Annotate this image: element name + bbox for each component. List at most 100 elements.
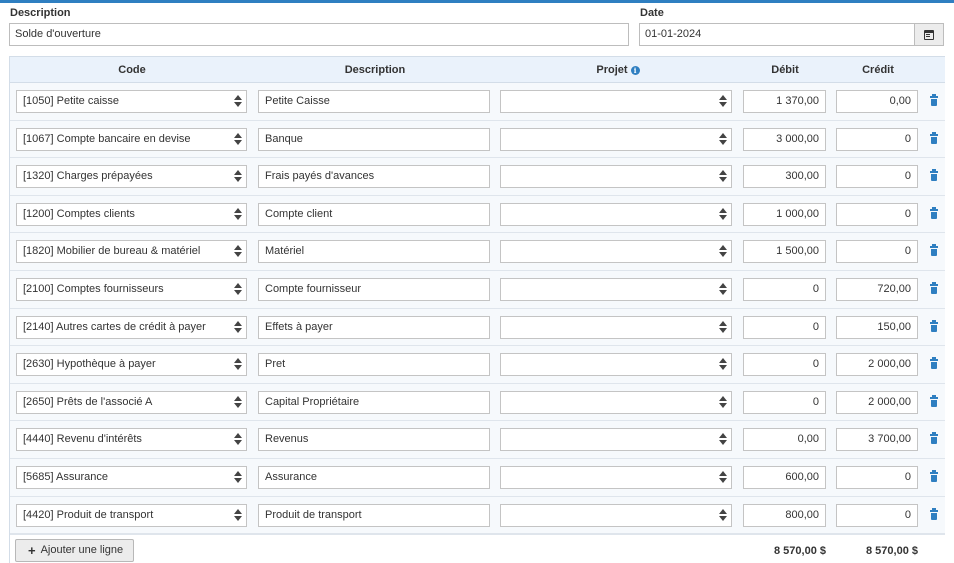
add-line-label: Ajouter une ligne (40, 544, 124, 556)
projet-select[interactable] (500, 428, 732, 452)
header-description: Description (344, 64, 406, 76)
line-description-input[interactable]: Compte fournisseur (258, 278, 490, 301)
debit-input[interactable]: 3 000,00 (743, 127, 826, 151)
table-row: [2100] Comptes fournisseurs Compte fourni… (10, 271, 945, 309)
spinner-icon (719, 132, 727, 146)
code-select[interactable]: [4440] Revenu d'intérêts (16, 428, 247, 452)
line-description-input[interactable]: Frais payés d'avances (258, 165, 490, 189)
credit-input[interactable]: 0 (836, 127, 918, 151)
credit-input[interactable]: 0 (836, 240, 918, 264)
debit-input[interactable]: 0 (743, 353, 826, 377)
credit-input[interactable]: 2 000,00 (836, 353, 918, 377)
trash-icon[interactable] (930, 131, 938, 144)
debit-input[interactable]: 1 000,00 (743, 202, 826, 226)
plus-icon: + (28, 543, 36, 558)
code-select[interactable]: [2650] Prêts de l'associé A (16, 390, 247, 414)
info-icon[interactable]: i (630, 66, 640, 75)
projet-select[interactable] (500, 90, 732, 113)
line-description-input[interactable]: Capital Propriétaire (258, 390, 490, 414)
code-select[interactable]: [1320] Charges prépayées (16, 165, 247, 189)
trash-icon[interactable] (930, 470, 938, 482)
projet-select[interactable] (500, 240, 732, 264)
journal-lines-table: Code Description Projet i Débit Crédit [… (9, 56, 945, 563)
trash-icon[interactable] (930, 507, 938, 520)
line-description-input[interactable]: Produit de transport (258, 503, 490, 527)
debit-input[interactable]: 0 (743, 278, 826, 301)
table-row: [2650] Prêts de l'associé A Capital Propr… (10, 383, 945, 422)
code-select[interactable]: [2630] Hypothèque à payer (16, 353, 247, 377)
code-select[interactable]: [1050] Petite caisse (16, 90, 247, 113)
line-description-input[interactable]: Revenus (258, 428, 490, 452)
debit-input[interactable]: 300,00 (743, 165, 826, 189)
debit-input[interactable]: 0 (743, 390, 826, 414)
credit-input[interactable]: 0 (836, 202, 918, 226)
projet-select[interactable] (500, 503, 732, 527)
trash-icon[interactable] (930, 244, 938, 257)
spinner-icon (719, 283, 727, 296)
debit-input[interactable]: 0,00 (743, 428, 826, 452)
projet-select[interactable] (500, 390, 732, 414)
projet-select[interactable] (500, 353, 732, 377)
spinner-icon (719, 471, 727, 484)
projet-select[interactable] (500, 315, 732, 339)
table-row: [1820] Mobilier de bureau & matériel Maté… (10, 233, 945, 271)
projet-select[interactable] (500, 466, 732, 489)
code-select[interactable]: [1067] Compte bancaire en devise (16, 127, 247, 151)
code-select[interactable]: [2100] Comptes fournisseurs (16, 278, 247, 301)
credit-input[interactable]: 0,00 (836, 90, 918, 113)
debit-input[interactable]: 1 500,00 (743, 240, 826, 264)
line-description-input[interactable]: Effets à payer (258, 315, 490, 339)
spinner-icon (234, 358, 242, 371)
credit-input[interactable]: 150,00 (836, 315, 918, 339)
debit-input[interactable]: 0 (743, 315, 826, 339)
trash-icon[interactable] (930, 394, 938, 407)
header-debit: Débit (771, 64, 799, 76)
debit-input[interactable]: 600,00 (743, 466, 826, 489)
credit-input[interactable]: 0 (836, 165, 918, 189)
trash-icon[interactable] (930, 282, 938, 294)
spinner-icon (234, 207, 242, 221)
code-select[interactable]: [1820] Mobilier de bureau & matériel (16, 240, 247, 264)
table-footer: + Ajouter une ligne 8 570,00 $ 8 570,00 … (10, 534, 945, 563)
code-value: [1200] Comptes clients (23, 207, 135, 220)
description-input[interactable]: Solde d'ouverture (9, 23, 629, 46)
trash-icon[interactable] (930, 206, 938, 219)
projet-select[interactable] (500, 127, 732, 151)
line-description-input[interactable]: Banque (258, 127, 490, 151)
trash-icon[interactable] (930, 357, 938, 370)
credit-input[interactable]: 2 000,00 (836, 390, 918, 414)
line-description-input[interactable]: Assurance (258, 466, 490, 489)
line-description-input[interactable]: Matériel (258, 240, 490, 264)
projet-select[interactable] (500, 165, 732, 189)
table-row: [2630] Hypothèque à payer Pret 0 2 000,00 (10, 346, 945, 384)
trash-icon[interactable] (930, 432, 938, 445)
code-value: [1050] Petite caisse (23, 95, 120, 107)
table-row: [4440] Revenu d'intérêts Revenus 0,00 3 700… (10, 421, 945, 459)
date-input[interactable]: 01-01-2024 (639, 23, 915, 46)
credit-input[interactable]: 720,00 (836, 278, 918, 301)
credit-input[interactable]: 3 700,00 (836, 428, 918, 452)
projet-select[interactable] (500, 278, 732, 301)
line-description-input[interactable]: Pret (258, 353, 490, 377)
code-select[interactable]: [2140] Autres cartes de crédit à payer (16, 315, 247, 339)
trash-icon[interactable] (930, 169, 938, 182)
code-select[interactable]: [1200] Comptes clients (16, 202, 247, 226)
add-line-button[interactable]: + Ajouter une ligne (15, 539, 135, 562)
credit-input[interactable]: 0 (836, 503, 918, 527)
table-row: [4420] Produit de transport Produit de tr… (10, 496, 945, 535)
spinner-icon (234, 471, 242, 484)
projet-select[interactable] (500, 202, 732, 226)
debit-input[interactable]: 1 370,00 (743, 90, 826, 113)
code-select[interactable]: [5685] Assurance (16, 466, 247, 489)
debit-input[interactable]: 800,00 (743, 503, 826, 527)
spinner-icon (719, 245, 727, 258)
credit-input[interactable]: 0 (836, 466, 918, 489)
line-description-input[interactable]: Compte client (258, 202, 490, 226)
trash-icon[interactable] (930, 319, 938, 332)
total-debit: 8 570,00 $ (774, 545, 826, 557)
line-description-input[interactable]: Petite Caisse (258, 90, 490, 113)
trash-icon[interactable] (930, 94, 938, 106)
date-picker-button[interactable] (914, 23, 944, 46)
code-select[interactable]: [4420] Produit de transport (16, 503, 247, 527)
date-label: Date (640, 7, 664, 19)
